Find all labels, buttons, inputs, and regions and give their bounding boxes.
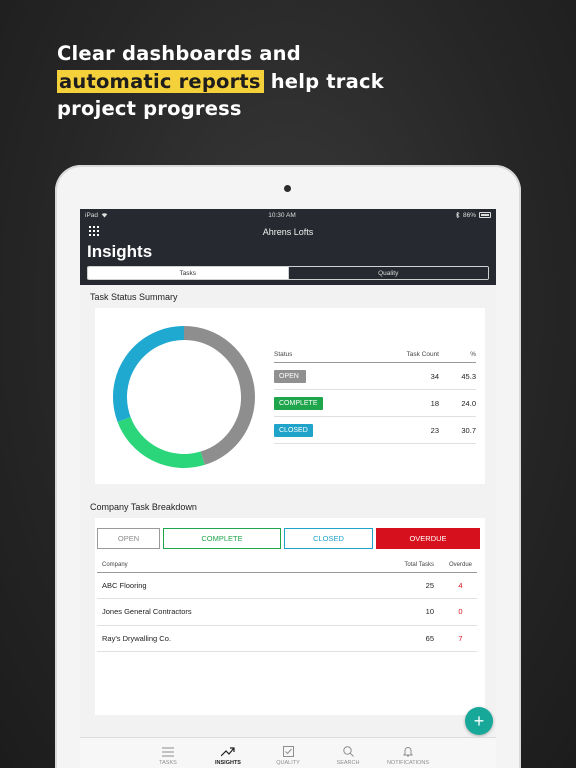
- company-name: Jones General Contractors: [97, 598, 387, 626]
- company-total: 10: [387, 598, 439, 626]
- status-filter-bar: OPEN COMPLETE CLOSED OVERDUE: [97, 528, 480, 549]
- closed-count: 23: [384, 416, 439, 444]
- device-label: iPad: [85, 211, 99, 219]
- marketing-headline: Clear dashboards and automatic reports h…: [57, 40, 384, 123]
- table-row[interactable]: ABC Flooring 25 4: [97, 572, 477, 599]
- col-percent: %: [439, 351, 476, 363]
- status-badge-open: OPEN: [274, 369, 306, 383]
- tab-bar-label: INSIGHTS: [215, 760, 241, 766]
- headline-highlight: automatic reports: [57, 69, 264, 93]
- status-row-closed[interactable]: CLOSED 23 30.7: [274, 416, 476, 444]
- open-percent: 45.3: [439, 362, 476, 390]
- company-total: 25: [387, 572, 439, 599]
- status-row-complete[interactable]: COMPLETE 18 24.0: [274, 389, 476, 417]
- status-time: 10:30 AM: [268, 211, 296, 219]
- col-overdue: Overdue: [439, 560, 477, 573]
- add-task-button[interactable]: +: [465, 707, 493, 735]
- trend-icon: [221, 747, 235, 757]
- bottom-tab-bar: TASKS INSIGHTS QUALITY SEARCH NOTIFICATI…: [80, 737, 496, 768]
- tab-quality[interactable]: Quality: [287, 267, 488, 279]
- company-overdue: 7: [439, 625, 477, 652]
- checkbox-icon: [282, 746, 294, 757]
- company-breakdown-title: Company Task Breakdown: [90, 502, 197, 512]
- tab-bar-label: QUALITY: [276, 760, 300, 766]
- company-name: Ray's Drywalling Co.: [97, 625, 387, 652]
- tab-bar-label: TASKS: [159, 760, 177, 766]
- status-table: Status Task Count % OPEN 34 45.3 COMPLET…: [274, 351, 476, 444]
- complete-count: 18: [384, 389, 439, 417]
- donut-slice-open: [183, 326, 255, 465]
- filter-complete-button[interactable]: COMPLETE: [163, 528, 281, 549]
- col-status: Status: [274, 351, 384, 363]
- complete-percent: 24.0: [439, 389, 476, 417]
- status-badge-closed: CLOSED: [274, 423, 313, 437]
- insights-segmented-control: Tasks Quality: [87, 266, 489, 280]
- company-name: ABC Flooring: [97, 572, 387, 599]
- col-company: Company: [97, 560, 387, 573]
- open-count: 34: [384, 362, 439, 390]
- filter-overdue-button[interactable]: OVERDUE: [376, 528, 480, 549]
- donut-slice-closed: [113, 326, 185, 422]
- app-screen: iPad 10:30 AM 86% Ahrens Lofts Insights …: [80, 209, 496, 768]
- page-title: Insights: [87, 242, 153, 261]
- wifi-icon: [101, 213, 108, 218]
- headline-line-1: Clear dashboards and: [57, 42, 301, 65]
- table-row[interactable]: Jones General Contractors 10 0: [97, 598, 477, 626]
- battery-percent: 86%: [462, 211, 476, 219]
- camera: [284, 185, 291, 192]
- bell-icon: [403, 747, 413, 757]
- battery-icon: [479, 212, 491, 218]
- company-table-header: Company Total Tasks Overdue: [97, 560, 477, 573]
- table-row[interactable]: Ray's Drywalling Co. 65 7: [97, 625, 477, 652]
- company-total: 65: [387, 625, 439, 652]
- tab-bar-insights[interactable]: INSIGHTS: [198, 738, 258, 768]
- company-table: Company Total Tasks Overdue ABC Flooring…: [97, 560, 477, 652]
- insights-content: Task Status Summary Status Task Count % …: [80, 285, 496, 737]
- company-overdue: 4: [439, 572, 477, 599]
- tab-bar-label: SEARCH: [336, 760, 360, 766]
- filter-closed-button[interactable]: CLOSED: [284, 528, 373, 549]
- status-donut-chart: [113, 326, 255, 468]
- task-status-summary-title: Task Status Summary: [90, 292, 178, 302]
- status-row-open[interactable]: OPEN 34 45.3: [274, 362, 476, 390]
- tab-bar-tasks[interactable]: TASKS: [138, 738, 198, 768]
- tab-bar-notifications[interactable]: NOTIFICATIONS: [378, 738, 438, 768]
- tab-bar-label: NOTIFICATIONS: [386, 760, 430, 766]
- company-overdue: 0: [439, 598, 477, 626]
- bluetooth-icon: [455, 212, 460, 218]
- headline-line-2: automatic reports help track: [57, 68, 384, 96]
- headline-line-3: project progress: [57, 97, 242, 120]
- status-table-header: Status Task Count %: [274, 351, 476, 363]
- col-task-count: Task Count: [384, 351, 439, 363]
- app-header: iPad 10:30 AM 86% Ahrens Lofts Insights …: [80, 209, 496, 285]
- tab-bar-search[interactable]: SEARCH: [318, 738, 378, 768]
- col-total-tasks: Total Tasks: [387, 560, 439, 573]
- filter-open-button[interactable]: OPEN: [97, 528, 160, 549]
- plus-icon: +: [473, 710, 485, 731]
- tab-tasks[interactable]: Tasks: [88, 267, 288, 279]
- tab-bar-quality[interactable]: QUALITY: [258, 738, 318, 768]
- list-icon: [162, 747, 174, 757]
- headline-line-2-rest: help track: [263, 69, 384, 93]
- status-bar: iPad 10:30 AM 86%: [80, 209, 496, 221]
- status-badge-complete: COMPLETE: [274, 396, 323, 410]
- donut-slice-complete: [117, 416, 205, 468]
- tablet-frame: iPad 10:30 AM 86% Ahrens Lofts Insights …: [55, 165, 521, 768]
- search-icon: [342, 746, 354, 757]
- project-title: Ahrens Lofts: [262, 227, 314, 237]
- task-status-card: Status Task Count % OPEN 34 45.3 COMPLET…: [95, 308, 485, 484]
- closed-percent: 30.7: [439, 416, 476, 444]
